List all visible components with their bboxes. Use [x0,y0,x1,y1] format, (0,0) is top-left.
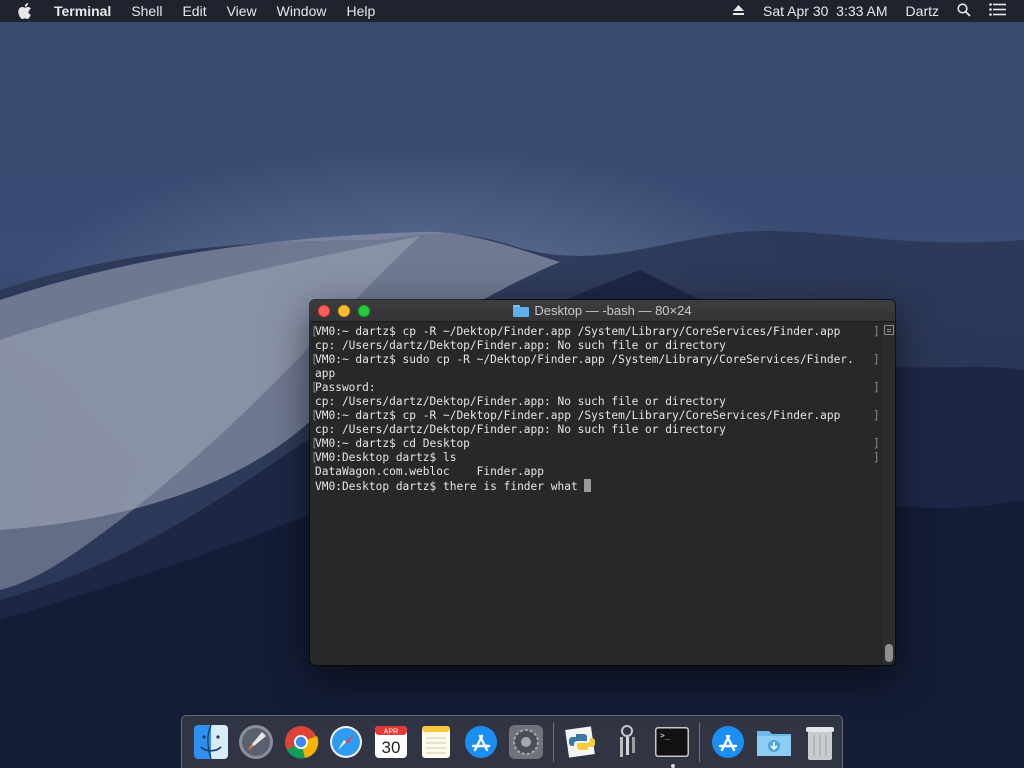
text-cursor [584,479,592,492]
chrome-icon[interactable] [283,723,319,761]
window-titlebar[interactable]: Desktop — -bash — 80×24 [310,300,895,322]
menu-edit[interactable]: Edit [182,3,206,19]
calendar-icon[interactable]: APR 30 [373,723,409,761]
python-launcher-icon[interactable] [564,723,600,761]
zoom-window-button[interactable] [358,305,370,317]
terminal-line-text: cp: /Users/dartz/Dektop/Finder.app: No s… [315,395,726,408]
terminal-line: DataWagon.com.webloc Finder.app [315,465,881,479]
terminal-line: app [315,367,881,381]
system-preferences-icon[interactable] [508,723,544,761]
menu-shell[interactable]: Shell [131,3,162,19]
launchpad-icon[interactable] [238,723,274,761]
safari-icon[interactable] [328,723,364,761]
menubar-clock[interactable]: Sat Apr 30 3:33 AM [763,3,888,19]
menubar-user[interactable]: Dartz [906,3,939,19]
terminal-window[interactable]: Desktop — -bash — 80×24 [VM0:~ dartz$ cp… [310,300,895,665]
terminal-line: cp: /Users/dartz/Dektop/Finder.app: No s… [315,423,881,437]
app-store-downloads-icon[interactable] [710,723,746,761]
notification-center-icon[interactable] [989,3,1006,19]
split-pane-icon[interactable] [884,325,894,335]
terminal-line-text: cp: /Users/dartz/Dektop/Finder.app: No s… [315,339,726,352]
menu-help[interactable]: Help [346,3,375,19]
minimize-window-button[interactable] [338,305,350,317]
terminal-line: [VM0:~ dartz$ cp -R ~/Dektop/Finder.app … [311,409,880,422]
apple-menu-icon[interactable] [18,3,36,19]
terminal-line: cp: /Users/dartz/Dektop/Finder.app: No s… [315,395,881,409]
dock-separator [553,722,555,762]
terminal-line-text: VM0:~ dartz$ cp -R ~/Dektop/Finder.app /… [315,325,841,338]
terminal-icon[interactable]: >_ [654,723,690,768]
spotlight-search-icon[interactable] [957,2,971,20]
close-window-button[interactable] [318,305,330,317]
calendar-month-label: APR [383,729,397,736]
dock-separator [699,722,701,762]
scroll-thumb[interactable] [885,644,893,662]
folder-icon [513,304,530,317]
terminal-line-text: Password: [315,381,376,394]
terminal-line-text: VM0:Desktop dartz$ there is finder what [315,480,585,493]
terminal-line-text: app [315,367,336,380]
menu-bar: Terminal Shell Edit View Window Help Sat… [0,0,1024,22]
terminal-line: [VM0:~ dartz$ cp -R ~/Dektop/Finder.app … [311,325,880,338]
running-indicator [670,764,675,768]
terminal-line-text: cp: /Users/dartz/Dektop/Finder.app: No s… [315,423,726,436]
finder-icon[interactable] [193,723,229,761]
terminal-output[interactable]: [VM0:~ dartz$ cp -R ~/Dektop/Finder.app … [310,323,881,665]
svg-text:>_: >_ [660,731,670,740]
eject-icon[interactable] [732,3,745,19]
terminal-line: [VM0:~ dartz$ cd Desktop] [311,437,880,450]
window-title: Desktop — -bash — 80×24 [534,303,692,318]
terminal-line-text: VM0:~ dartz$ sudo cp -R ~/Dektop/Finder.… [315,353,854,366]
notes-icon[interactable] [418,723,454,761]
trash-icon[interactable] [802,723,838,761]
menu-view[interactable]: View [227,3,257,19]
calendar-day-label: 30 [381,738,400,757]
downloads-folder-icon[interactable] [755,723,793,761]
dock: APR 30 >_ [181,715,843,768]
vertical-scrollbar[interactable] [881,323,895,665]
terminal-prompt-line: VM0:Desktop dartz$ there is finder what [315,479,881,493]
terminal-line-text: VM0:~ dartz$ cp -R ~/Dektop/Finder.app /… [315,409,841,422]
terminal-line: [VM0:Desktop dartz$ ls] [311,451,880,464]
terminal-line: [Password:] [311,381,880,394]
terminal-line-text: VM0:Desktop dartz$ ls [315,451,457,464]
terminal-line: cp: /Users/dartz/Dektop/Finder.app: No s… [315,339,881,353]
terminal-line: [VM0:~ dartz$ sudo cp -R ~/Dektop/Finder… [311,353,880,366]
menu-window[interactable]: Window [277,3,327,19]
terminal-line-text: VM0:~ dartz$ cd Desktop [315,437,470,450]
app-store-icon[interactable] [463,723,499,761]
keychain-icon[interactable] [609,723,645,761]
menu-app-terminal[interactable]: Terminal [54,3,111,19]
terminal-line-text: DataWagon.com.webloc Finder.app [315,465,545,478]
